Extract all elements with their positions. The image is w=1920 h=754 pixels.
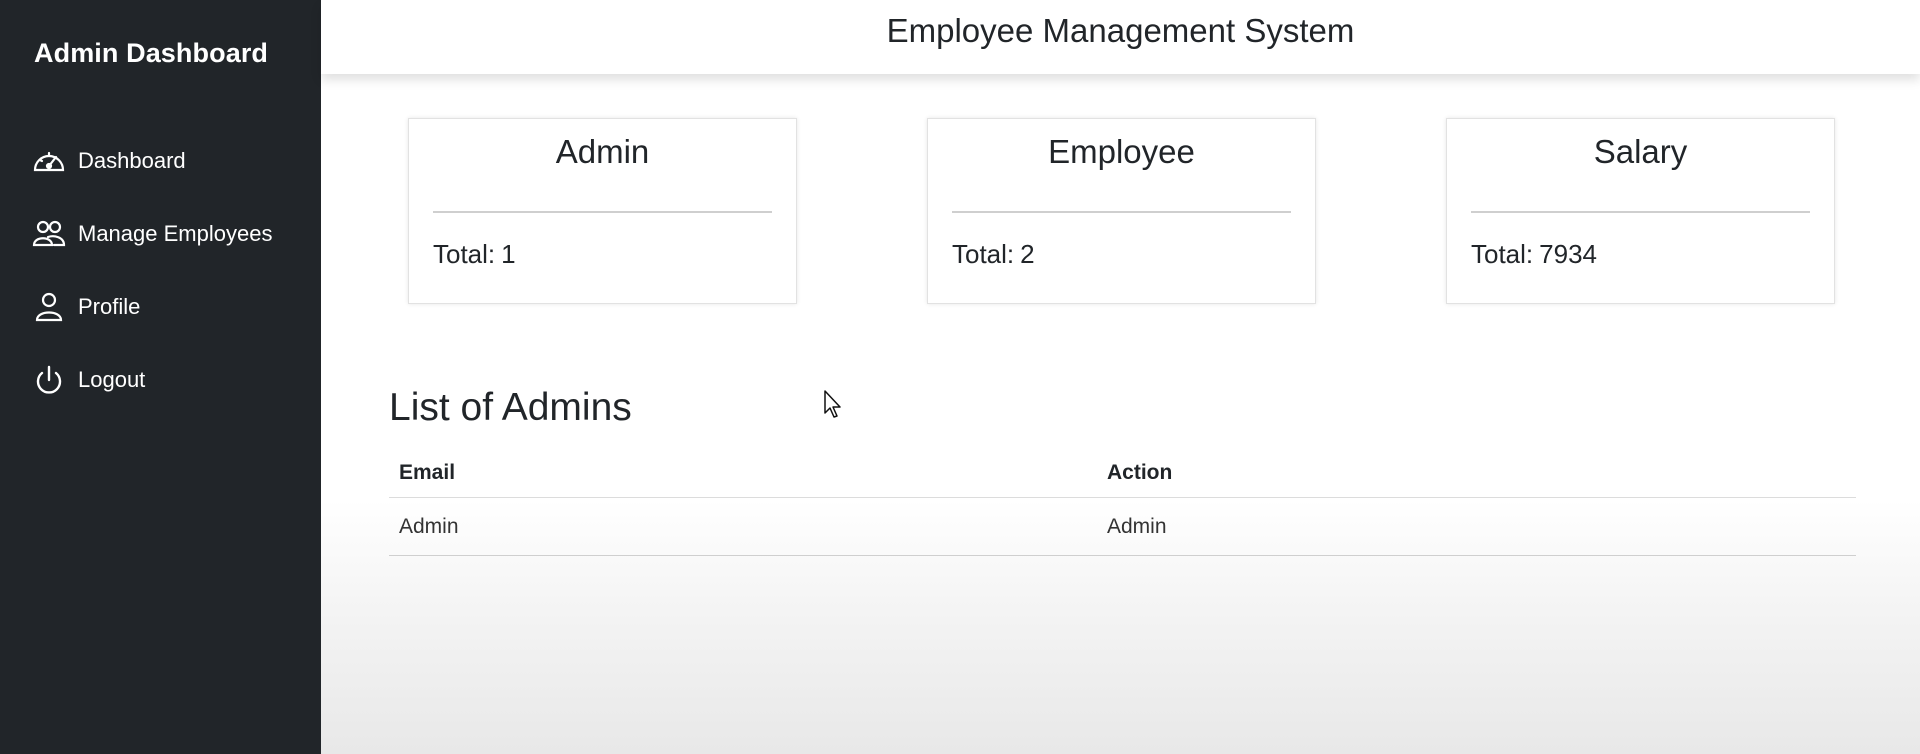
card-title: Salary: [1593, 133, 1688, 170]
header: Employee Management System: [321, 0, 1920, 74]
sidebar-item-label: Manage Employees: [78, 220, 273, 246]
sidebar-item-dashboard[interactable]: Dashboard: [0, 124, 321, 197]
total-label: Total:: [433, 239, 496, 269]
sidebar-item-label: Dashboard: [78, 147, 186, 173]
column-header-action: Action: [1107, 460, 1173, 484]
table-header: Email Action: [389, 448, 1856, 498]
table-row: Admin Admin: [389, 498, 1856, 556]
total-value: 7934: [1539, 239, 1597, 269]
power-icon: [32, 365, 66, 395]
card-total: Total: 1: [433, 239, 516, 270]
main-content: Employee Management System Admin Total: 1…: [321, 0, 1920, 754]
sidebar-item-label: Profile: [78, 293, 141, 319]
sidebar: Admin Dashboard Dashboard Manage Employe…: [0, 0, 321, 754]
sidebar-item-logout[interactable]: Logout: [0, 343, 321, 416]
card-total: Total: 2: [952, 239, 1035, 270]
sidebar-item-manage-employees[interactable]: Manage Employees: [0, 197, 321, 270]
sidebar-brand[interactable]: Admin Dashboard: [34, 38, 268, 69]
cell-email: Admin: [399, 514, 459, 538]
card-title: Employee: [1048, 133, 1195, 170]
column-header-email: Email: [399, 460, 456, 484]
page-title: Employee Management System: [886, 12, 1355, 49]
card-divider: [433, 211, 772, 213]
person-icon: [32, 292, 66, 322]
salary-summary-card: Salary Total: 7934: [1446, 118, 1835, 304]
speedometer-icon: [32, 146, 66, 176]
card-divider: [952, 211, 1291, 213]
cell-action: Admin: [1107, 514, 1167, 538]
card-total: Total: 7934: [1471, 239, 1597, 270]
card-divider: [1471, 211, 1810, 213]
admins-table: Email Action Admin Admin: [389, 448, 1856, 556]
sidebar-item-label: Logout: [78, 366, 146, 392]
sidebar-nav: Dashboard Manage Employees Profile Logou…: [0, 124, 321, 416]
card-title: Admin: [555, 133, 650, 170]
total-value: 2: [1020, 239, 1035, 269]
admins-section-title: List of Admins: [389, 386, 632, 429]
people-icon: [32, 219, 66, 249]
admin-summary-card: Admin Total: 1: [408, 118, 797, 304]
sidebar-item-profile[interactable]: Profile: [0, 270, 321, 343]
total-label: Total:: [1471, 239, 1534, 269]
total-value: 1: [501, 239, 516, 269]
total-label: Total:: [952, 239, 1015, 269]
mouse-cursor-icon: [824, 390, 841, 418]
employee-summary-card: Employee Total: 2: [927, 118, 1316, 304]
